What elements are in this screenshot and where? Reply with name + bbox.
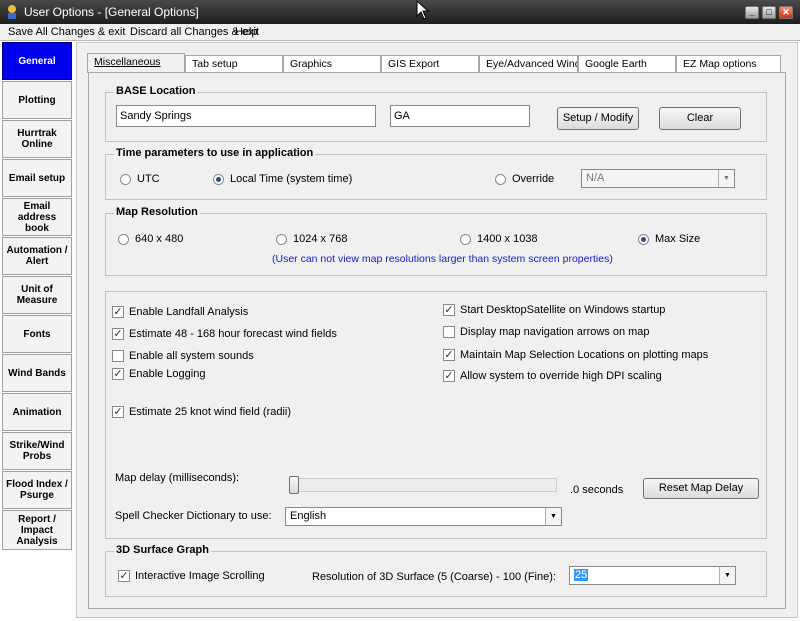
app-icon — [8, 5, 16, 19]
setup-modify-button[interactable]: Setup / Modify — [557, 107, 639, 130]
radio-res-max-dot — [638, 233, 649, 245]
sidebar-item-plotting[interactable]: Plotting — [2, 81, 72, 119]
state-input[interactable]: GA — [390, 105, 530, 127]
base-location-title: BASE Location — [114, 85, 198, 97]
checkbox-checked-icon: ✓ — [112, 328, 124, 340]
checkbox-checked-icon: ✓ — [112, 368, 124, 380]
sidebar-item-animation[interactable]: Animation — [2, 393, 72, 431]
radio-res-640-dot — [118, 233, 129, 245]
chevron-down-icon: ▼ — [718, 170, 734, 187]
radio-local-time-dot — [213, 173, 224, 185]
check-maintain-map-selection[interactable]: ✓ Maintain Map Selection Locations on plo… — [443, 349, 708, 361]
radio-utc[interactable]: UTC — [120, 173, 160, 185]
spell-checker-label: Spell Checker Dictionary to use: — [115, 510, 272, 522]
check-system-sounds[interactable]: Enable all system sounds — [112, 350, 254, 362]
radio-res-1400[interactable]: 1400 x 1038 — [460, 233, 538, 245]
override-time-select[interactable]: N/A ▼ — [581, 169, 735, 188]
city-input[interactable]: Sandy Springs — [116, 105, 376, 127]
chevron-down-icon: ▼ — [719, 567, 735, 584]
sidebar-item-general[interactable]: General — [2, 42, 72, 80]
time-params-title: Time parameters to use in application — [114, 147, 316, 159]
checkbox-checked-icon: ✓ — [443, 349, 455, 361]
radio-override[interactable]: Override — [495, 173, 554, 185]
map-delay-slider[interactable] — [289, 478, 557, 492]
map-delay-slider-thumb[interactable] — [289, 476, 299, 494]
surface-resolution-label: Resolution of 3D Surface (5 (Coarse) - 1… — [312, 571, 556, 583]
surface-graph-title: 3D Surface Graph — [114, 544, 211, 556]
radio-res-1024-dot — [276, 233, 287, 245]
sidebar-item-flood-index[interactable]: Flood Index / Psurge — [2, 471, 72, 509]
checkbox-checked-icon: ✓ — [443, 370, 455, 382]
checkbox-checked-icon: ✓ — [112, 306, 124, 318]
sidebar-item-strike-wind-probs[interactable]: Strike/Wind Probs — [2, 432, 72, 470]
radio-res-max[interactable]: Max Size — [638, 233, 700, 245]
radio-local-time[interactable]: Local Time (system time) — [213, 173, 352, 185]
check-landfall[interactable]: ✓ Enable Landfall Analysis — [112, 306, 248, 318]
minimize-button[interactable]: _ — [745, 6, 759, 19]
sidebar-item-wind-bands[interactable]: Wind Bands — [2, 354, 72, 392]
surface-resolution-select[interactable]: 25 ▼ — [569, 566, 736, 585]
checkbox-unchecked-icon — [112, 350, 124, 362]
sidebar-item-email-address-book[interactable]: Email address book — [2, 198, 72, 236]
reset-map-delay-button[interactable]: Reset Map Delay — [643, 478, 759, 499]
main-panel: Miscellaneous Tab setup Graphics GIS Exp… — [76, 42, 798, 618]
sidebar-item-report-impact[interactable]: Report / Impact Analysis — [2, 510, 72, 550]
general-options-group: ✓ Enable Landfall Analysis ✓ Estimate 48 -… — [105, 291, 767, 539]
check-logging[interactable]: ✓ Enable Logging — [112, 368, 205, 380]
checkbox-checked-icon: ✓ — [112, 406, 124, 418]
tab-miscellaneous[interactable]: Miscellaneous — [87, 53, 185, 73]
tab-ez-map-options[interactable]: EZ Map options — [676, 55, 781, 72]
sidebar-item-hurrtrak-online[interactable]: Hurrtrak Online — [2, 120, 72, 158]
time-params-group: Time parameters to use in application UT… — [105, 147, 767, 200]
chevron-down-icon: ▼ — [545, 508, 561, 525]
spell-dictionary-select[interactable]: English ▼ — [285, 507, 562, 526]
map-delay-label: Map delay (milliseconds): — [115, 472, 240, 484]
radio-res-640[interactable]: 640 x 480 — [118, 233, 183, 245]
tab-tab-setup[interactable]: Tab setup — [185, 55, 283, 72]
check-image-scrolling[interactable]: ✓ Interactive Image Scrolling — [118, 570, 265, 582]
tab-page-miscellaneous: BASE Location Sandy Springs GA Setup / M… — [88, 72, 786, 609]
check-25-knot[interactable]: ✓ Estimate 25 knot wind field (radii) — [112, 406, 291, 418]
close-button[interactable]: ✕ — [779, 6, 793, 19]
menu-bar: Save All Changes & exit Discard all Chan… — [0, 24, 800, 41]
surface-graph-group: 3D Surface Graph ✓ Interactive Image Scro… — [105, 544, 767, 597]
menu-save-all[interactable]: Save All Changes & exit — [8, 26, 125, 38]
radio-res-1400-dot — [460, 233, 471, 245]
check-desktop-satellite[interactable]: ✓ Start DesktopSatellite on Windows start… — [443, 304, 665, 316]
radio-res-1024[interactable]: 1024 x 768 — [276, 233, 347, 245]
menu-help[interactable]: Help — [235, 26, 258, 38]
window-title: User Options - [General Options] — [24, 5, 199, 19]
map-resolution-title: Map Resolution — [114, 206, 200, 218]
tab-eye-advanced-wind[interactable]: Eye/Advanced Wind E — [479, 55, 578, 72]
checkbox-unchecked-icon — [443, 326, 455, 338]
check-nav-arrows[interactable]: Display map navigation arrows on map — [443, 326, 650, 338]
resolution-note: (User can not view map resolutions large… — [272, 253, 613, 265]
clear-button[interactable]: Clear — [659, 107, 741, 130]
mouse-cursor-icon — [416, 0, 430, 20]
sidebar-item-automation-alert[interactable]: Automation / Alert — [2, 237, 72, 275]
title-bar: User Options - [General Options] _ □ ✕ — [0, 0, 800, 24]
tab-google-earth[interactable]: Google Earth — [578, 55, 676, 72]
radio-override-dot — [495, 173, 506, 185]
sidebar-item-fonts[interactable]: Fonts — [2, 315, 72, 353]
checkbox-checked-icon: ✓ — [443, 304, 455, 316]
tab-gis-export[interactable]: GIS Export — [381, 55, 479, 72]
map-resolution-group: Map Resolution 640 x 480 1024 x 768 1400… — [105, 206, 767, 276]
check-forecast-wind[interactable]: ✓ Estimate 48 - 168 hour forecast wind fi… — [112, 328, 337, 340]
map-delay-value: .0 seconds — [570, 484, 624, 496]
check-high-dpi[interactable]: ✓ Allow system to override high DPI scali… — [443, 370, 662, 382]
base-location-group: BASE Location Sandy Springs GA Setup / M… — [105, 85, 767, 142]
maximize-button[interactable]: □ — [762, 6, 776, 19]
radio-utc-dot — [120, 173, 131, 185]
sidebar-item-unit-of-measure[interactable]: Unit of Measure — [2, 276, 72, 314]
checkbox-checked-icon: ✓ — [118, 570, 130, 582]
tab-graphics[interactable]: Graphics — [283, 55, 381, 72]
sidebar-item-email-setup[interactable]: Email setup — [2, 159, 72, 197]
